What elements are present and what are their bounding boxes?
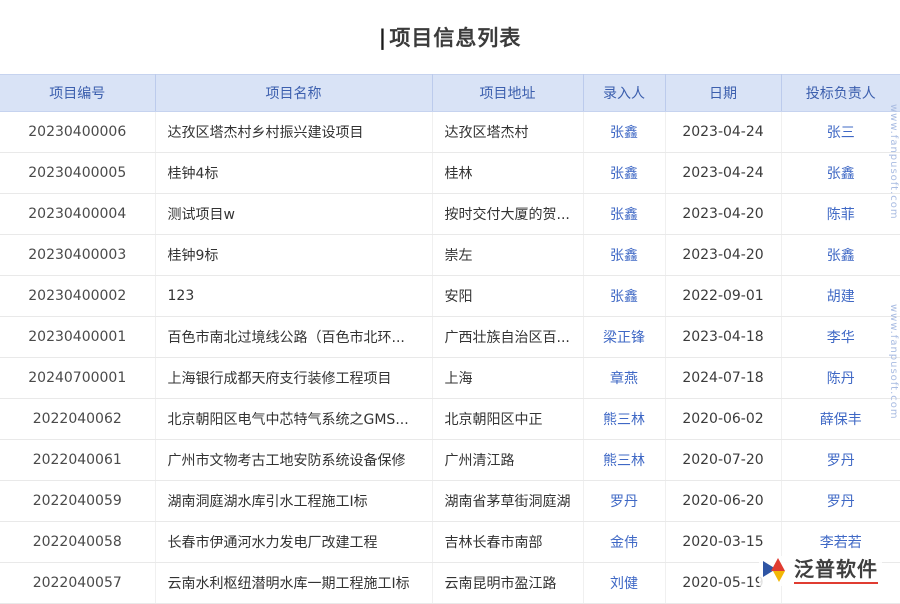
cell-entry-person[interactable]: 张鑫 xyxy=(583,194,665,235)
table-row[interactable]: 20230400004测试项目w按时交付大厦的贺...张鑫2023-04-20陈… xyxy=(0,194,900,235)
cell-project-address: 湖南省茅草街洞庭湖 xyxy=(432,481,583,522)
cell-project-id: 2022040058 xyxy=(0,522,155,563)
cell-bid-manager[interactable]: 陈菲 xyxy=(781,194,900,235)
cell-project-id: 20240700001 xyxy=(0,358,155,399)
table-row[interactable]: 2022040061广州市文物考古工地安防系统设备保修广州清江路熊三林2020-… xyxy=(0,440,900,481)
cell-project-id: 2022040062 xyxy=(0,399,155,440)
table-header: 项目编号 项目名称 项目地址 录入人 日期 投标负责人 xyxy=(0,75,900,112)
cell-project-address: 吉林长春市南部 xyxy=(432,522,583,563)
cell-date: 2020-06-20 xyxy=(665,481,781,522)
cell-project-address: 广州清江路 xyxy=(432,440,583,481)
cell-project-id: 2022040057 xyxy=(0,563,155,604)
cell-bid-manager[interactable]: 陈丹 xyxy=(781,358,900,399)
table-row[interactable]: 20230400003桂钟9标崇左张鑫2023-04-20张鑫 xyxy=(0,235,900,276)
cell-entry-person[interactable]: 金伟 xyxy=(583,522,665,563)
cell-project-name: 桂钟9标 xyxy=(155,235,432,276)
cell-date: 2023-04-20 xyxy=(665,235,781,276)
cell-entry-person[interactable]: 张鑫 xyxy=(583,276,665,317)
cell-project-address: 云南昆明市盈江路 xyxy=(432,563,583,604)
cell-project-address: 达孜区塔杰村 xyxy=(432,112,583,153)
table-body: 20230400006达孜区塔杰村乡村振兴建设项目达孜区塔杰村张鑫2023-04… xyxy=(0,112,900,604)
cell-bid-manager[interactable]: 薛保丰 xyxy=(781,399,900,440)
project-info-table: 项目编号 项目名称 项目地址 录入人 日期 投标负责人 20230400006达… xyxy=(0,74,900,604)
cell-project-name: 广州市文物考古工地安防系统设备保修 xyxy=(155,440,432,481)
cell-project-address: 上海 xyxy=(432,358,583,399)
cell-bid-manager[interactable]: 罗丹 xyxy=(781,481,900,522)
cell-project-name: 桂钟4标 xyxy=(155,153,432,194)
cell-project-id: 20230400004 xyxy=(0,194,155,235)
cell-entry-person[interactable]: 梁正锋 xyxy=(583,317,665,358)
cell-project-address: 崇左 xyxy=(432,235,583,276)
cell-date: 2023-04-20 xyxy=(665,194,781,235)
cell-project-name: 百色市南北过境线公路（百色市北环... xyxy=(155,317,432,358)
cell-bid-manager[interactable]: 胡建 xyxy=(781,276,900,317)
cell-project-name: 长春市伊通河水力发电厂改建工程 xyxy=(155,522,432,563)
cell-entry-person[interactable]: 刘健 xyxy=(583,563,665,604)
cell-date: 2023-04-24 xyxy=(665,153,781,194)
cell-bid-manager[interactable]: 张鑫 xyxy=(781,153,900,194)
cell-project-id: 2022040061 xyxy=(0,440,155,481)
cell-project-id: 20230400001 xyxy=(0,317,155,358)
column-header-entry-person: 录入人 xyxy=(583,75,665,112)
cell-entry-person[interactable]: 张鑫 xyxy=(583,153,665,194)
cell-project-address: 按时交付大厦的贺... xyxy=(432,194,583,235)
column-header-project-id: 项目编号 xyxy=(0,75,155,112)
table-row[interactable]: 20230400002123安阳张鑫2022-09-01胡建 xyxy=(0,276,900,317)
table-row[interactable]: 20230400005桂钟4标桂林张鑫2023-04-24张鑫 xyxy=(0,153,900,194)
brand-name-text: 泛普软件 xyxy=(794,559,878,580)
cell-bid-manager[interactable]: 张鑫 xyxy=(781,235,900,276)
cell-date: 2020-06-02 xyxy=(665,399,781,440)
cell-project-name: 测试项目w xyxy=(155,194,432,235)
cell-bid-manager[interactable]: 李华 xyxy=(781,317,900,358)
table-row[interactable]: 20230400001百色市南北过境线公路（百色市北环...广西壮族自治区百..… xyxy=(0,317,900,358)
cell-entry-person[interactable]: 章燕 xyxy=(583,358,665,399)
title-caret-mark: | xyxy=(379,26,388,50)
cell-entry-person[interactable]: 熊三林 xyxy=(583,440,665,481)
cell-entry-person[interactable]: 张鑫 xyxy=(583,235,665,276)
cell-date: 2024-07-18 xyxy=(665,358,781,399)
cell-project-address: 桂林 xyxy=(432,153,583,194)
cell-date: 2023-04-24 xyxy=(665,112,781,153)
cell-date: 2022-09-01 xyxy=(665,276,781,317)
cell-project-address: 广西壮族自治区百... xyxy=(432,317,583,358)
cell-bid-manager[interactable]: 罗丹 xyxy=(781,440,900,481)
column-header-project-address: 项目地址 xyxy=(432,75,583,112)
cell-project-name: 湖南洞庭湖水库引水工程施工I标 xyxy=(155,481,432,522)
cell-project-name: 达孜区塔杰村乡村振兴建设项目 xyxy=(155,112,432,153)
table-row[interactable]: 20230400006达孜区塔杰村乡村振兴建设项目达孜区塔杰村张鑫2023-04… xyxy=(0,112,900,153)
cell-bid-manager[interactable]: 张三 xyxy=(781,112,900,153)
cell-entry-person[interactable]: 罗丹 xyxy=(583,481,665,522)
cell-project-id: 2022040059 xyxy=(0,481,155,522)
brand-underline xyxy=(794,582,878,584)
cell-project-address: 北京朝阳区中正 xyxy=(432,399,583,440)
cell-project-id: 20230400006 xyxy=(0,112,155,153)
cell-entry-person[interactable]: 张鑫 xyxy=(583,112,665,153)
cell-project-id: 20230400003 xyxy=(0,235,155,276)
column-header-project-name: 项目名称 xyxy=(155,75,432,112)
cell-project-name: 北京朝阳区电气中芯特气系统之GMS... xyxy=(155,399,432,440)
brand-logo-icon xyxy=(763,558,789,584)
cell-project-name: 云南水利枢纽潜明水库一期工程施工I标 xyxy=(155,563,432,604)
brand-watermark: 泛普软件 xyxy=(759,556,882,586)
table-row[interactable]: 20240700001上海银行成都天府支行装修工程项目上海章燕2024-07-1… xyxy=(0,358,900,399)
cell-project-id: 20230400002 xyxy=(0,276,155,317)
table-row[interactable]: 2022040062北京朝阳区电气中芯特气系统之GMS...北京朝阳区中正熊三林… xyxy=(0,399,900,440)
column-header-date: 日期 xyxy=(665,75,781,112)
cell-project-id: 20230400005 xyxy=(0,153,155,194)
column-header-bid-manager: 投标负责人 xyxy=(781,75,900,112)
table-row[interactable]: 2022040059湖南洞庭湖水库引水工程施工I标湖南省茅草街洞庭湖罗丹2020… xyxy=(0,481,900,522)
title-bar: |项目信息列表 xyxy=(0,0,900,74)
cell-project-name: 上海银行成都天府支行装修工程项目 xyxy=(155,358,432,399)
cell-date: 2023-04-18 xyxy=(665,317,781,358)
cell-entry-person[interactable]: 熊三林 xyxy=(583,399,665,440)
cell-project-name: 123 xyxy=(155,276,432,317)
page-title: |项目信息列表 xyxy=(379,22,522,52)
cell-date: 2020-07-20 xyxy=(665,440,781,481)
page-title-text: 项目信息列表 xyxy=(389,26,521,50)
cell-project-address: 安阳 xyxy=(432,276,583,317)
